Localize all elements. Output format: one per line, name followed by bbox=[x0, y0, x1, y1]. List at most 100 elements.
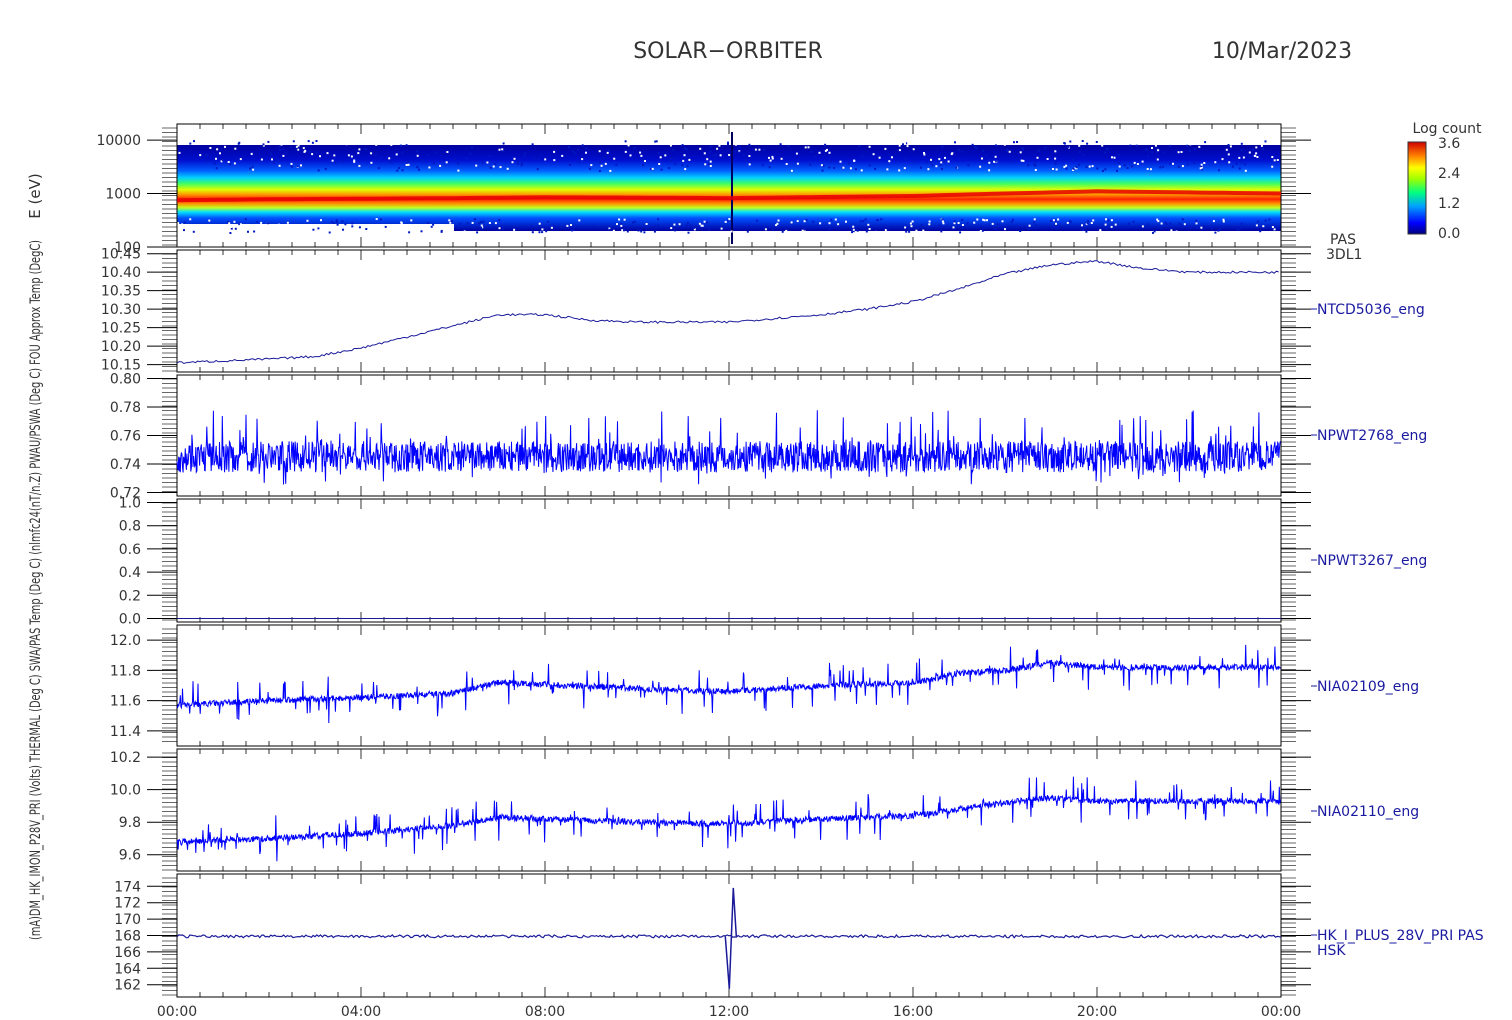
speckle bbox=[1003, 143, 1006, 146]
speckle bbox=[1227, 144, 1230, 146]
speckle bbox=[395, 230, 398, 233]
speckle bbox=[1088, 165, 1091, 168]
speckle bbox=[525, 142, 528, 144]
speckle bbox=[805, 219, 808, 221]
speckle bbox=[959, 231, 962, 234]
speckle bbox=[568, 146, 571, 148]
speckle bbox=[842, 166, 845, 169]
speckle bbox=[1006, 149, 1009, 152]
speckle bbox=[564, 159, 567, 162]
colorbar-tick: 0.0 bbox=[1438, 226, 1460, 242]
speckle bbox=[260, 158, 263, 161]
speckle bbox=[1137, 225, 1140, 227]
series-line bbox=[177, 644, 1281, 724]
speckle bbox=[450, 220, 453, 223]
speckle bbox=[940, 230, 943, 233]
speckle bbox=[201, 231, 204, 234]
speckle bbox=[541, 228, 544, 231]
speckle bbox=[1273, 228, 1276, 231]
speckle bbox=[792, 140, 795, 143]
speckle bbox=[189, 218, 192, 221]
speckle bbox=[669, 144, 672, 147]
y-tick-label: 0.0 bbox=[119, 612, 141, 628]
speckle bbox=[954, 141, 956, 144]
speckle bbox=[1106, 147, 1108, 150]
speckle bbox=[865, 230, 868, 233]
speckle bbox=[671, 148, 674, 151]
speckle bbox=[260, 221, 263, 224]
speckle bbox=[253, 230, 256, 233]
y-tick-label: 10000 bbox=[96, 133, 141, 149]
speckle bbox=[828, 228, 831, 231]
speckle bbox=[1136, 163, 1139, 165]
speckle bbox=[750, 160, 753, 163]
speckle bbox=[306, 219, 309, 222]
speckle bbox=[631, 221, 634, 224]
speckle bbox=[209, 147, 212, 149]
speckle bbox=[370, 152, 373, 155]
speckle bbox=[634, 220, 636, 223]
speckle bbox=[681, 164, 684, 167]
speckle bbox=[561, 140, 564, 143]
speckle bbox=[386, 140, 389, 143]
speckle bbox=[658, 163, 661, 165]
speckle bbox=[616, 223, 618, 226]
speckle bbox=[334, 161, 337, 164]
speckle bbox=[351, 222, 354, 225]
speckle bbox=[317, 169, 320, 172]
speckle bbox=[1255, 152, 1258, 155]
speckle bbox=[224, 145, 226, 148]
speckle bbox=[480, 226, 483, 229]
speckle bbox=[1072, 158, 1075, 161]
speckle bbox=[1132, 220, 1135, 223]
speckle bbox=[513, 228, 516, 231]
speckle bbox=[215, 167, 218, 170]
panel-frame bbox=[176, 748, 1282, 872]
speckle bbox=[353, 159, 356, 162]
speckle bbox=[815, 225, 818, 228]
series-label: HK_I_PLUS_28V_PRI PAS bbox=[1317, 928, 1484, 944]
speckle bbox=[988, 161, 991, 164]
speckle bbox=[537, 157, 540, 160]
speckle bbox=[727, 141, 729, 144]
speckle bbox=[366, 230, 369, 233]
speckle bbox=[982, 149, 985, 152]
speckle bbox=[1271, 165, 1274, 168]
speckle bbox=[862, 157, 865, 160]
series-line bbox=[176, 260, 1279, 365]
speckle bbox=[923, 140, 926, 143]
speckle bbox=[851, 231, 853, 234]
speckle bbox=[189, 142, 192, 145]
speckle bbox=[390, 143, 393, 146]
speckle bbox=[828, 222, 831, 225]
speckle bbox=[1211, 142, 1214, 145]
speckle bbox=[734, 143, 737, 146]
speckle bbox=[688, 158, 691, 161]
speckle bbox=[465, 157, 468, 160]
speckle bbox=[931, 164, 934, 167]
speckle bbox=[709, 145, 712, 148]
speckle bbox=[476, 231, 479, 234]
speckle bbox=[763, 148, 766, 151]
colorbar-gradient bbox=[1407, 141, 1427, 235]
speckle bbox=[192, 230, 195, 233]
speckle bbox=[570, 224, 572, 226]
speckle bbox=[826, 148, 828, 151]
speckle bbox=[1066, 221, 1069, 224]
speckle bbox=[572, 150, 574, 153]
speckle bbox=[715, 154, 718, 157]
speckle bbox=[527, 142, 530, 145]
y-tick-label: 10.30 bbox=[101, 302, 141, 318]
speckle bbox=[880, 218, 883, 221]
speckle bbox=[623, 229, 625, 232]
speckle bbox=[651, 167, 654, 170]
speckle bbox=[618, 218, 621, 221]
speckle bbox=[785, 163, 788, 165]
speckle bbox=[1054, 157, 1057, 160]
speckle bbox=[416, 166, 419, 169]
speckle bbox=[1146, 168, 1149, 170]
speckle bbox=[328, 231, 331, 234]
speckle bbox=[315, 140, 318, 142]
speckle bbox=[267, 140, 270, 143]
speckle bbox=[1001, 220, 1004, 223]
